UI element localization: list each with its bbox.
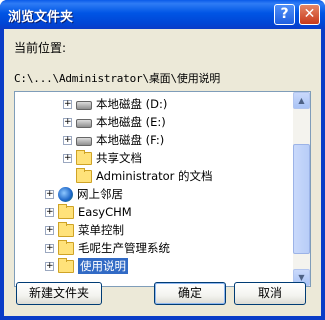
- tree-item-network[interactable]: + 网上邻居: [45, 186, 123, 202]
- folder-icon: [76, 167, 92, 183]
- tree-item-label: 毛呢生产管理系统: [78, 241, 170, 255]
- disk-icon: [76, 118, 92, 128]
- vertical-scrollbar[interactable]: ▲ ▼: [293, 92, 310, 286]
- dialog-title: 浏览文件夹: [8, 10, 74, 25]
- expand-icon[interactable]: +: [45, 225, 54, 235]
- cancel-button[interactable]: 取消: [234, 282, 306, 305]
- close-button[interactable]: ✕: [299, 4, 320, 25]
- folder-tree[interactable]: + 本地磁盘 (D:) + 本地磁盘 (E:) + 本地磁盘 (F:) + 共享…: [14, 91, 311, 287]
- tree-item-label: 本地磁盘 (E:): [96, 115, 166, 129]
- tree-item-usage-guide[interactable]: + 使用说明: [45, 257, 128, 274]
- tree-item-easychm[interactable]: + EasyCHM: [45, 203, 132, 220]
- tree-item-label: 菜单控制: [78, 223, 124, 237]
- expand-icon[interactable]: +: [63, 117, 72, 127]
- tree-item-shared-docs[interactable]: + 共享文档: [63, 149, 142, 166]
- current-location-label: 当前位置:: [14, 41, 67, 55]
- title-bar[interactable]: 浏览文件夹 ? ✕: [0, 0, 325, 29]
- scroll-up-button[interactable]: ▲: [293, 92, 310, 109]
- expand-icon[interactable]: +: [63, 135, 72, 145]
- expand-icon[interactable]: +: [63, 153, 72, 163]
- folder-icon: [58, 221, 74, 237]
- tree-item-label: 本地磁盘 (D:): [96, 97, 168, 111]
- new-folder-button[interactable]: 新建文件夹: [16, 282, 102, 305]
- expand-icon[interactable]: +: [63, 99, 72, 109]
- tree-item-disk-d[interactable]: + 本地磁盘 (D:): [63, 96, 167, 112]
- expand-icon[interactable]: +: [45, 189, 54, 199]
- folder-icon: [58, 257, 74, 273]
- browse-folder-dialog: 浏览文件夹 ? ✕ 当前位置: C:\...\Administrator\桌面\…: [0, 0, 325, 320]
- tree-item-label: Administrator 的文档: [96, 169, 213, 183]
- tree-item-label: 网上邻居: [77, 187, 123, 201]
- expand-icon[interactable]: +: [45, 243, 54, 253]
- folder-icon: [76, 149, 92, 165]
- dialog-body: 当前位置: C:\...\Administrator\桌面\使用说明 + 本地磁…: [4, 29, 321, 316]
- tree-item-disk-f[interactable]: + 本地磁盘 (F:): [63, 132, 164, 148]
- scroll-thumb[interactable]: [293, 144, 310, 254]
- tree-item-disk-e[interactable]: + 本地磁盘 (E:): [63, 114, 166, 130]
- folder-icon: [58, 203, 74, 219]
- expand-icon[interactable]: +: [45, 207, 54, 217]
- help-button[interactable]: ?: [274, 4, 295, 25]
- network-icon: [58, 186, 73, 202]
- tree-item-menu-control[interactable]: + 菜单控制: [45, 221, 124, 238]
- tree-item-admin-docs[interactable]: Administrator 的文档: [63, 167, 213, 184]
- tree-item-label: 使用说明: [78, 258, 128, 274]
- tree-item-label: 本地磁盘 (F:): [96, 133, 165, 147]
- current-path: C:\...\Administrator\桌面\使用说明: [14, 72, 221, 85]
- ok-button[interactable]: 确定: [154, 282, 226, 305]
- expand-icon[interactable]: +: [45, 261, 54, 271]
- folder-icon: [58, 239, 74, 255]
- disk-icon: [76, 100, 92, 110]
- disk-icon: [76, 136, 92, 146]
- tree-item-label: 共享文档: [96, 151, 142, 165]
- tree-item-production-system[interactable]: + 毛呢生产管理系统: [45, 239, 170, 256]
- tree-item-label: EasyCHM: [78, 205, 132, 219]
